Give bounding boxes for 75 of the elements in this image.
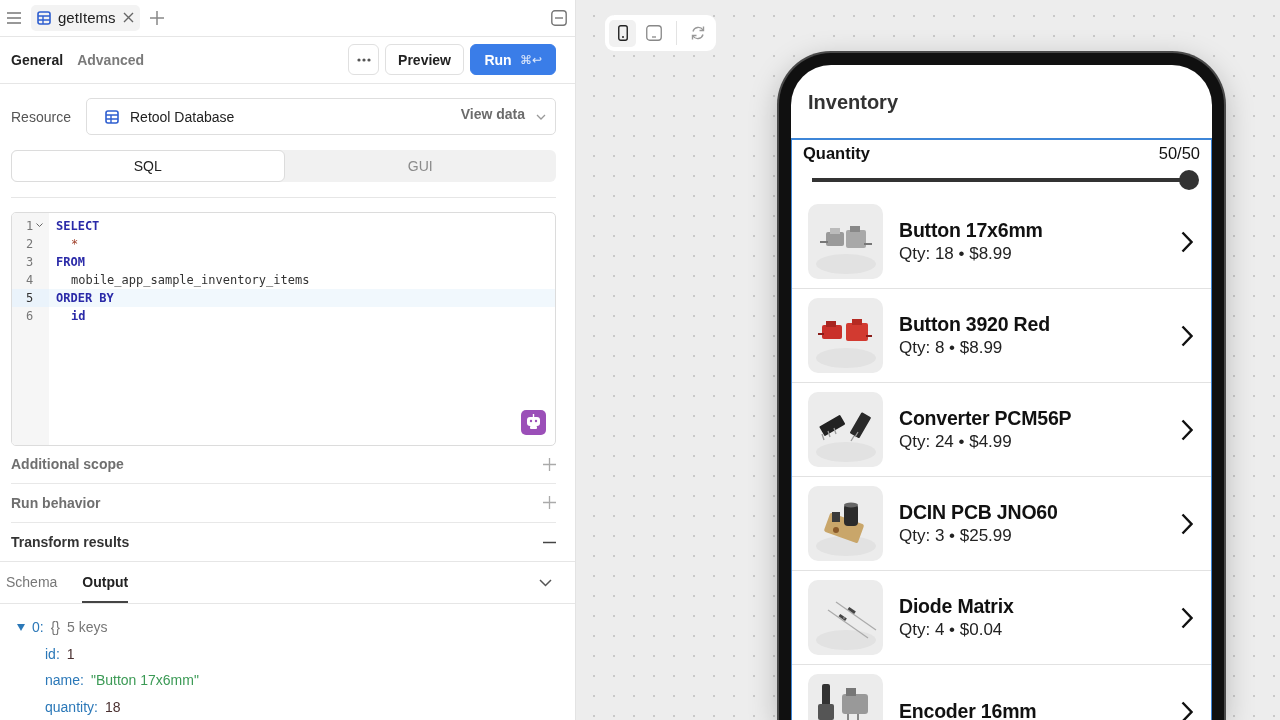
table-icon [105,109,119,124]
table-icon [37,10,51,25]
item-name: Converter PCM56P [899,407,1073,430]
output-tab[interactable]: Schema [6,562,58,603]
tablet-icon [645,25,662,41]
view-data-link[interactable]: View data [460,105,525,122]
chevron-right-icon[interactable] [1181,418,1193,441]
tree-value: "Button 17x6mm" [90,672,199,689]
more-icon [356,57,371,62]
expanded-caret-icon[interactable] [17,623,25,631]
list-row[interactable]: DCIN PCB JNO60 Qty: 3 • $25.99 [792,477,1211,571]
section-header[interactable]: Run behavior [11,484,556,523]
screen-title: Inventory [808,91,899,114]
section-header[interactable]: Transform results [0,522,575,563]
chevron-right-icon[interactable] [1181,606,1193,629]
line-number: 4 [26,272,34,287]
collapse-panel-icon[interactable] [551,9,567,26]
list-row[interactable]: Diode Matrix Qty: 4 • $0.04 [792,571,1211,665]
preview-button[interactable]: Preview [385,44,464,76]
object-glyph: {} [50,619,61,636]
phone-icon [617,25,628,41]
query-tab[interactable]: getItems [31,4,140,31]
robot-icon[interactable] [521,409,546,435]
list-row[interactable]: Button 3920 Red Qty: 8 • $8.99 [792,289,1211,383]
code-line: * [70,235,80,253]
close-icon[interactable] [122,12,134,24]
resource-select[interactable]: Retool Database View data [86,98,556,136]
line-number: 3 [26,254,34,269]
line-number: 2 [26,236,34,251]
slider-thumb[interactable] [1179,170,1199,190]
field-label: Resource [11,108,72,125]
item-detail: Qty: 18 • $8.99 [899,244,1013,264]
section-header[interactable]: Additional scope [11,445,556,485]
menu-icon[interactable] [7,11,21,24]
key-count: 5 keys [67,619,108,636]
item-name: DCIN PCB JNO60 [899,501,1059,524]
tree-key: id: [45,645,60,662]
tree-value: 18 [104,698,121,715]
chevron-right-icon[interactable] [1181,700,1193,720]
phone-view-button[interactable] [609,19,636,47]
item-name: Button 3920 Red [899,313,1051,336]
line-number: 6 [26,308,34,323]
line-number: 1 [26,218,34,233]
slider-label: Quantity [803,144,870,163]
item-name: Button 17x6mm [899,219,1044,242]
line-number: 5 [26,290,34,305]
tree-key: 0: [32,619,44,636]
item-name: Encoder 16mm [899,700,1038,720]
editor-tab[interactable]: General [11,51,64,68]
fold-caret-icon[interactable] [36,223,44,229]
tree-value: 1 [66,645,75,662]
chevron-down-icon[interactable] [539,578,552,587]
item-name: Diode Matrix [899,595,1015,618]
item-detail: Qty: 24 • $4.99 [899,432,1013,452]
chevron-right-icon[interactable] [1181,512,1193,535]
tree-key: name: [45,672,84,689]
chevron-right-icon[interactable] [1181,230,1193,253]
item-detail: Qty: 8 • $8.99 [899,338,1004,358]
tree-key: quantity: [45,698,98,715]
mode-tab[interactable]: SQL [11,150,285,182]
rotate-icon[interactable] [690,25,706,41]
list-row[interactable]: Button 17x6mm Qty: 18 • $8.99 [792,195,1211,289]
item-detail: Qty: 3 • $25.99 [899,526,1013,546]
list-row[interactable]: Converter PCM56P Qty: 24 • $4.99 [792,383,1211,477]
code-line: FROM [55,253,86,271]
code-line: SELECT [55,217,101,235]
run-button[interactable]: Run ⌘↩ [470,44,556,76]
list-row[interactable]: Encoder 16mm [792,665,1211,720]
chevron-right-icon[interactable] [1181,324,1193,347]
code-line: id [70,307,87,325]
slider-value: 50/50 [1158,144,1200,163]
item-detail: Qty: 4 • $0.04 [899,620,1004,640]
output-tab[interactable]: Output [82,562,129,603]
editor-tab[interactable]: Advanced [77,51,145,68]
code-line: mobile_app_sample_inventory_items [70,271,311,289]
